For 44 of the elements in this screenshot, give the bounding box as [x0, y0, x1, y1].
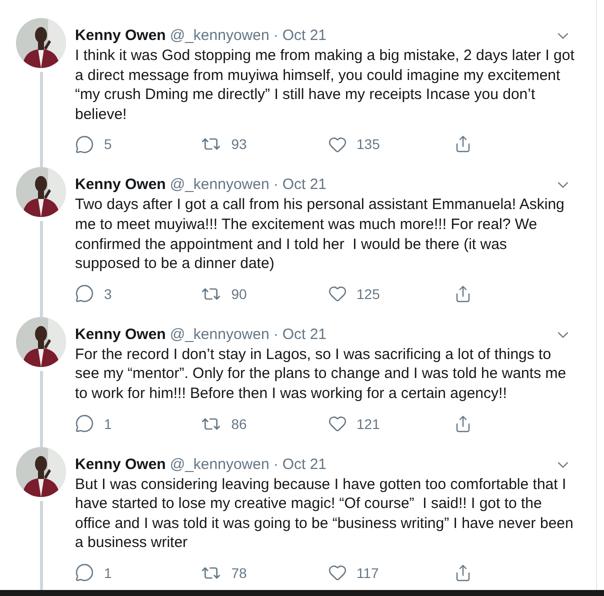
tweet-text: But I was considering leaving because I have gotten too comfortable that I have started to lose my creative magic! “Of course” I said!! I got to the office and I was told it was going to be “business writing” I have never been a business writer — [75, 474, 574, 553]
separator-dot: · — [273, 454, 278, 475]
tweet-date[interactable]: Oct 21 — [282, 175, 327, 196]
like-count: 121 — [356, 416, 380, 432]
reply-count: 3 — [104, 286, 112, 302]
tweet-date[interactable]: Oct 21 — [282, 324, 327, 345]
author-name[interactable]: Kenny Owen — [75, 324, 166, 345]
author-name[interactable]: Kenny Owen — [75, 454, 166, 475]
like-count: 135 — [356, 136, 380, 152]
tweet-text: For the record I don’t stay in Lagos, so I was sacrificing a lot of things to see my “mentor”. Only for the plans to change and I was told he wants me to work for him!!! Before then I was working for a certain agency!! — [75, 344, 568, 404]
heart-icon[interactable] — [328, 414, 346, 434]
heart-icon[interactable] — [328, 284, 346, 304]
retweet-count: 86 — [231, 416, 247, 432]
retweet-count: 78 — [231, 564, 247, 581]
tweet-date[interactable]: Oct 21 — [282, 26, 327, 46]
separator-dot: · — [273, 324, 278, 345]
author-handle[interactable]: @_kennyowen — [170, 324, 270, 345]
reply-icon[interactable] — [75, 414, 94, 434]
separator-dot: · — [273, 26, 278, 46]
like-count: 117 — [356, 564, 379, 581]
reply-count: 1 — [104, 564, 112, 581]
author-handle[interactable]: @_kennyowen — [170, 26, 270, 46]
share-icon[interactable] — [454, 135, 472, 154]
share-icon[interactable] — [454, 564, 472, 582]
tweet-date[interactable]: Oct 21 — [282, 454, 327, 475]
retweet-count: 90 — [231, 286, 247, 302]
reply-icon[interactable] — [75, 284, 94, 304]
tweet-text: Two days after I got a call from his personal assistant Emmanuela! Asking me to meet muyiwa!!! The excitement was much more!!! For real? We confirmed the appointment and I told her I would be there (it was supposed to be a dinner date) — [75, 195, 566, 274]
like-count: 125 — [356, 286, 380, 302]
reply-icon[interactable] — [75, 563, 94, 582]
reply-count: 5 — [104, 136, 112, 152]
reply-count: 1 — [104, 416, 112, 432]
heart-icon[interactable] — [328, 563, 346, 582]
tweet-text: I think it was God stopping me from making a big mistake, 2 days later I got a direct message from muyiwa himself, you could imagine my excitement “my crush Dming me directly” I still have my receipts Incase you don’t believe! — [75, 46, 576, 124]
retweet-count: 93 — [231, 136, 247, 152]
author-handle[interactable]: @_kennyowen — [170, 175, 270, 196]
share-icon[interactable] — [454, 414, 472, 433]
share-icon[interactable] — [454, 284, 472, 303]
heart-icon[interactable] — [328, 134, 346, 154]
author-name[interactable]: Kenny Owen — [75, 175, 166, 196]
reply-icon[interactable] — [75, 134, 94, 154]
author-name[interactable]: Kenny Owen — [75, 26, 166, 46]
separator-dot: · — [273, 175, 278, 196]
author-handle[interactable]: @_kennyowen — [170, 454, 270, 475]
